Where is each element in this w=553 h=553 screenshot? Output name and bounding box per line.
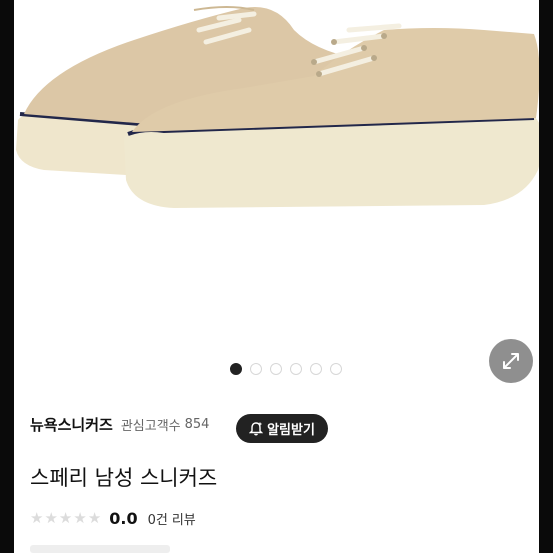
gallery-dot[interactable] <box>250 363 262 375</box>
truncated-content-row <box>30 545 170 553</box>
store-info: 뉴욕스니커즈 관심고객수 854 <box>30 414 209 435</box>
product-title: 스페리 남성 스니커즈 <box>30 466 218 490</box>
follower-label: 관심고객수 <box>120 419 181 434</box>
star-icon: ★ <box>58 509 73 527</box>
product-photo <box>16 6 539 208</box>
bell-plus-icon <box>249 421 264 436</box>
product-image-gallery[interactable] <box>14 0 539 395</box>
gallery-dot[interactable] <box>310 363 322 375</box>
star-icon: ★ <box>44 509 58 527</box>
follow-alert-button[interactable]: 알림받기 <box>236 414 328 443</box>
store-name[interactable]: 뉴욕스니커즈 <box>30 414 113 435</box>
expand-arrows-icon <box>501 351 521 371</box>
review-count: 0건 <box>147 513 168 528</box>
rating-summary[interactable]: ★ ★ ★ ★ ★ 0.0 0건 리뷰 <box>30 509 196 528</box>
star-icon: ★ <box>73 509 87 527</box>
review-label: 리뷰 <box>171 513 196 528</box>
follower-count: 854 <box>184 417 210 432</box>
screen-edge-right <box>539 0 553 553</box>
rating-value: 0.0 <box>109 509 138 528</box>
gallery-dot[interactable] <box>290 363 302 375</box>
gallery-dot[interactable] <box>330 363 342 375</box>
product-page: 뉴욕스니커즈 관심고객수 854 알림받기 스페리 남성 스니커즈 ★ ★ ★ ★ ★ … <box>0 0 553 553</box>
gallery-dot[interactable] <box>230 363 242 375</box>
gallery-dot[interactable] <box>270 363 282 375</box>
star-icon: ★ <box>30 509 44 527</box>
expand-image-button[interactable] <box>489 339 533 383</box>
screen-edge-left <box>0 0 14 553</box>
star-icon: ★ <box>87 509 102 527</box>
follow-button-label: 알림받기 <box>267 423 315 438</box>
rating-stars: ★ ★ ★ ★ ★ <box>30 511 101 526</box>
gallery-pagination-dots <box>230 363 342 375</box>
